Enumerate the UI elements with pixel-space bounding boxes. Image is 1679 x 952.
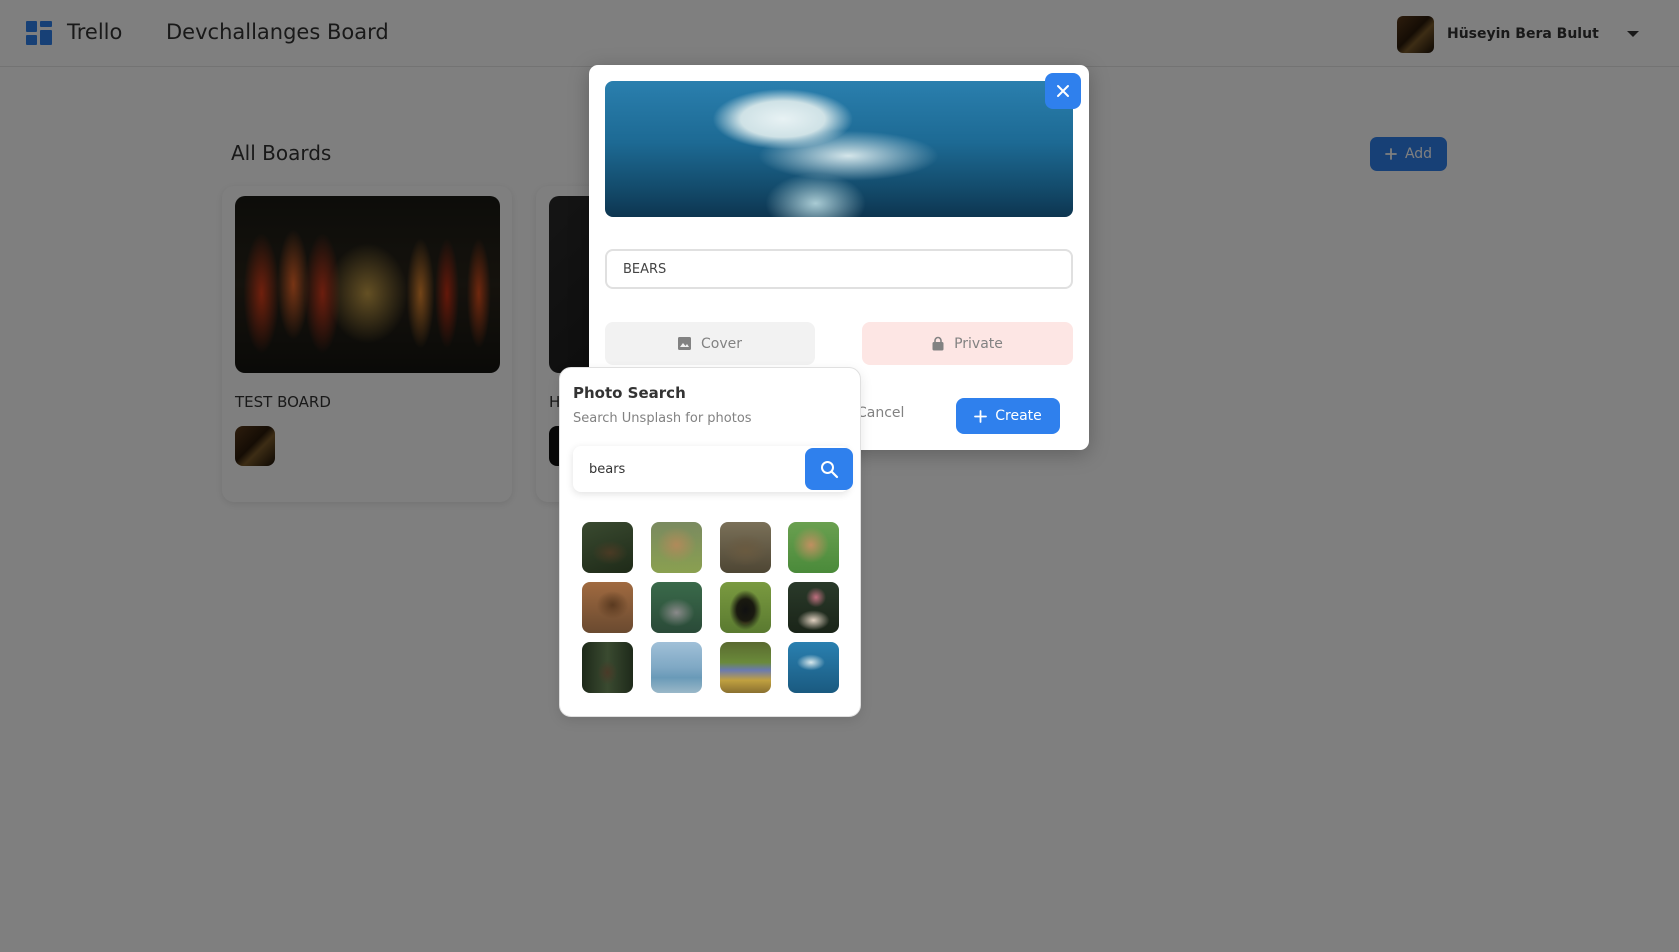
cover-button[interactable]: Cover (605, 322, 815, 365)
close-button[interactable] (1045, 73, 1081, 109)
photo-thumbnail[interactable] (582, 582, 633, 633)
lock-icon (932, 336, 944, 351)
plus-icon (974, 409, 988, 423)
photo-search-box (573, 446, 853, 492)
search-icon (820, 460, 838, 478)
image-icon (678, 337, 691, 350)
photo-search-input[interactable] (583, 452, 783, 486)
create-button[interactable]: Create (956, 398, 1060, 434)
create-button-label: Create (995, 408, 1042, 424)
photo-thumbnail[interactable] (582, 642, 633, 693)
private-button-label: Private (954, 335, 1003, 352)
photo-search-popup: Photo Search Search Unsplash for photos (559, 367, 861, 717)
cover-button-label: Cover (701, 335, 742, 352)
photo-thumbnail[interactable] (651, 582, 702, 633)
board-cover-preview (605, 81, 1073, 217)
cancel-button[interactable]: Cancel (857, 405, 904, 421)
photo-thumbnail[interactable] (651, 522, 702, 573)
photo-thumbnail[interactable] (720, 582, 771, 633)
private-toggle-button[interactable]: Private (862, 322, 1073, 365)
close-icon (1057, 85, 1069, 97)
photo-thumbnail[interactable] (788, 582, 839, 633)
search-button[interactable] (805, 448, 853, 490)
photo-thumbnail[interactable] (720, 642, 771, 693)
popup-title: Photo Search (573, 384, 686, 402)
board-title-input[interactable] (605, 249, 1073, 289)
photo-thumbnail[interactable] (720, 522, 771, 573)
photo-thumbnail[interactable] (788, 642, 839, 693)
photo-thumbnail[interactable] (788, 522, 839, 573)
photo-thumbnail[interactable] (582, 522, 633, 573)
photo-thumbnail[interactable] (651, 642, 702, 693)
popup-subtitle: Search Unsplash for photos (573, 411, 752, 426)
